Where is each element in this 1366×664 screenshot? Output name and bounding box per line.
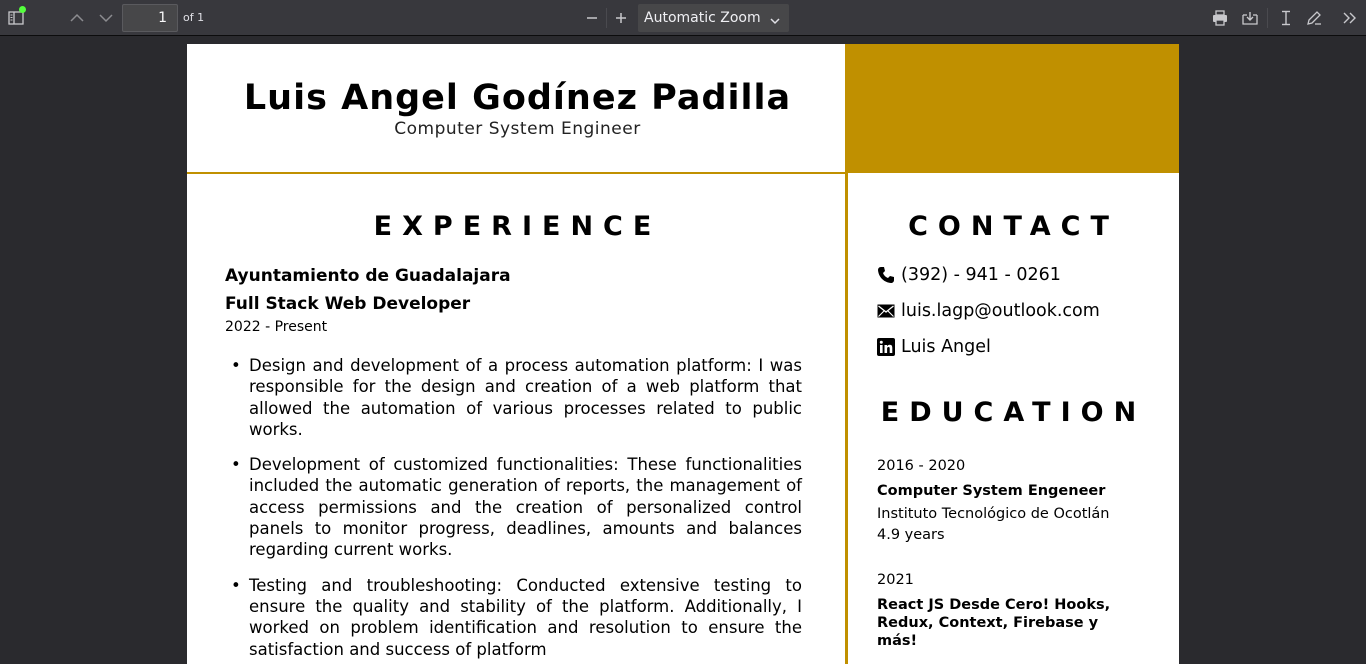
page-count-label: of 1 xyxy=(183,11,205,24)
text-cursor-icon[interactable] xyxy=(1275,6,1297,30)
contact-phone: (392) - 941 - 0261 xyxy=(877,265,1061,285)
linkedin-icon xyxy=(877,338,895,356)
education-school: Instituto Tecnológico de Ocotlán xyxy=(877,506,1110,522)
previous-page-button[interactable] xyxy=(66,6,88,30)
header-divider xyxy=(187,172,845,174)
experience-bullet: • Testing and troubleshooting: Conducted … xyxy=(231,575,802,659)
more-tools-icon[interactable] xyxy=(1339,6,1361,30)
education-duration: 4.9 years xyxy=(877,527,945,543)
header-accent-block xyxy=(848,44,1179,173)
contact-heading: CONTACT xyxy=(908,211,1119,242)
contact-linkedin-text: Luis Angel xyxy=(901,337,991,357)
education-years: 2021 xyxy=(877,572,914,588)
experience-period: 2022 - Present xyxy=(225,319,328,335)
resume-name: Luis Angel Godínez Padilla xyxy=(243,78,792,118)
education-degree: Computer System Engeneer xyxy=(877,483,1106,499)
contact-linkedin[interactable]: Luis Angel xyxy=(877,337,991,357)
education-degree: React JS Desde Cero! Hooks, Redux, Conte… xyxy=(877,597,1111,649)
toolbar-divider xyxy=(606,8,607,28)
phone-icon xyxy=(877,266,895,284)
print-button[interactable] xyxy=(1209,6,1231,30)
zoom-in-button[interactable] xyxy=(611,6,631,30)
experience-heading: EXPERIENCE xyxy=(373,211,662,242)
draw-pencil-icon[interactable] xyxy=(1303,6,1325,30)
contact-email-text: luis.lagp@outlook.com xyxy=(901,301,1100,321)
download-button[interactable] xyxy=(1239,6,1261,30)
education-years: 2016 - 2020 xyxy=(877,458,966,474)
experience-bullets: • Design and development of a process aut… xyxy=(231,355,802,664)
notification-dot xyxy=(19,6,26,13)
education-heading: EDUCATION xyxy=(880,397,1147,428)
experience-bullet: • Design and development of a process aut… xyxy=(231,356,802,439)
toolbar-divider xyxy=(1267,8,1268,28)
contact-email[interactable]: luis.lagp@outlook.com xyxy=(877,301,1100,321)
zoom-select-label: Automatic Zoom xyxy=(644,10,761,26)
zoom-select[interactable]: Automatic Zoom xyxy=(638,4,789,32)
experience-bullet: • Development of customized functionaliti… xyxy=(231,455,802,560)
experience-company: Ayuntamiento de Guadalajara xyxy=(225,266,511,286)
experience-role: Full Stack Web Developer xyxy=(225,294,471,314)
resume-title: Computer System Engineer xyxy=(394,119,641,139)
zoom-out-button[interactable] xyxy=(582,6,602,30)
pdf-page: Luis Angel Godínez Padilla Computer Syst… xyxy=(187,44,1179,664)
chevron-down-icon xyxy=(770,13,780,29)
next-page-button[interactable] xyxy=(95,6,117,30)
pdf-toolbar: 1 of 1 Automatic Zoom xyxy=(0,0,1366,36)
envelope-icon xyxy=(877,302,895,320)
page-number-input[interactable]: 1 xyxy=(122,4,178,32)
contact-phone-text: (392) - 941 - 0261 xyxy=(901,265,1061,285)
